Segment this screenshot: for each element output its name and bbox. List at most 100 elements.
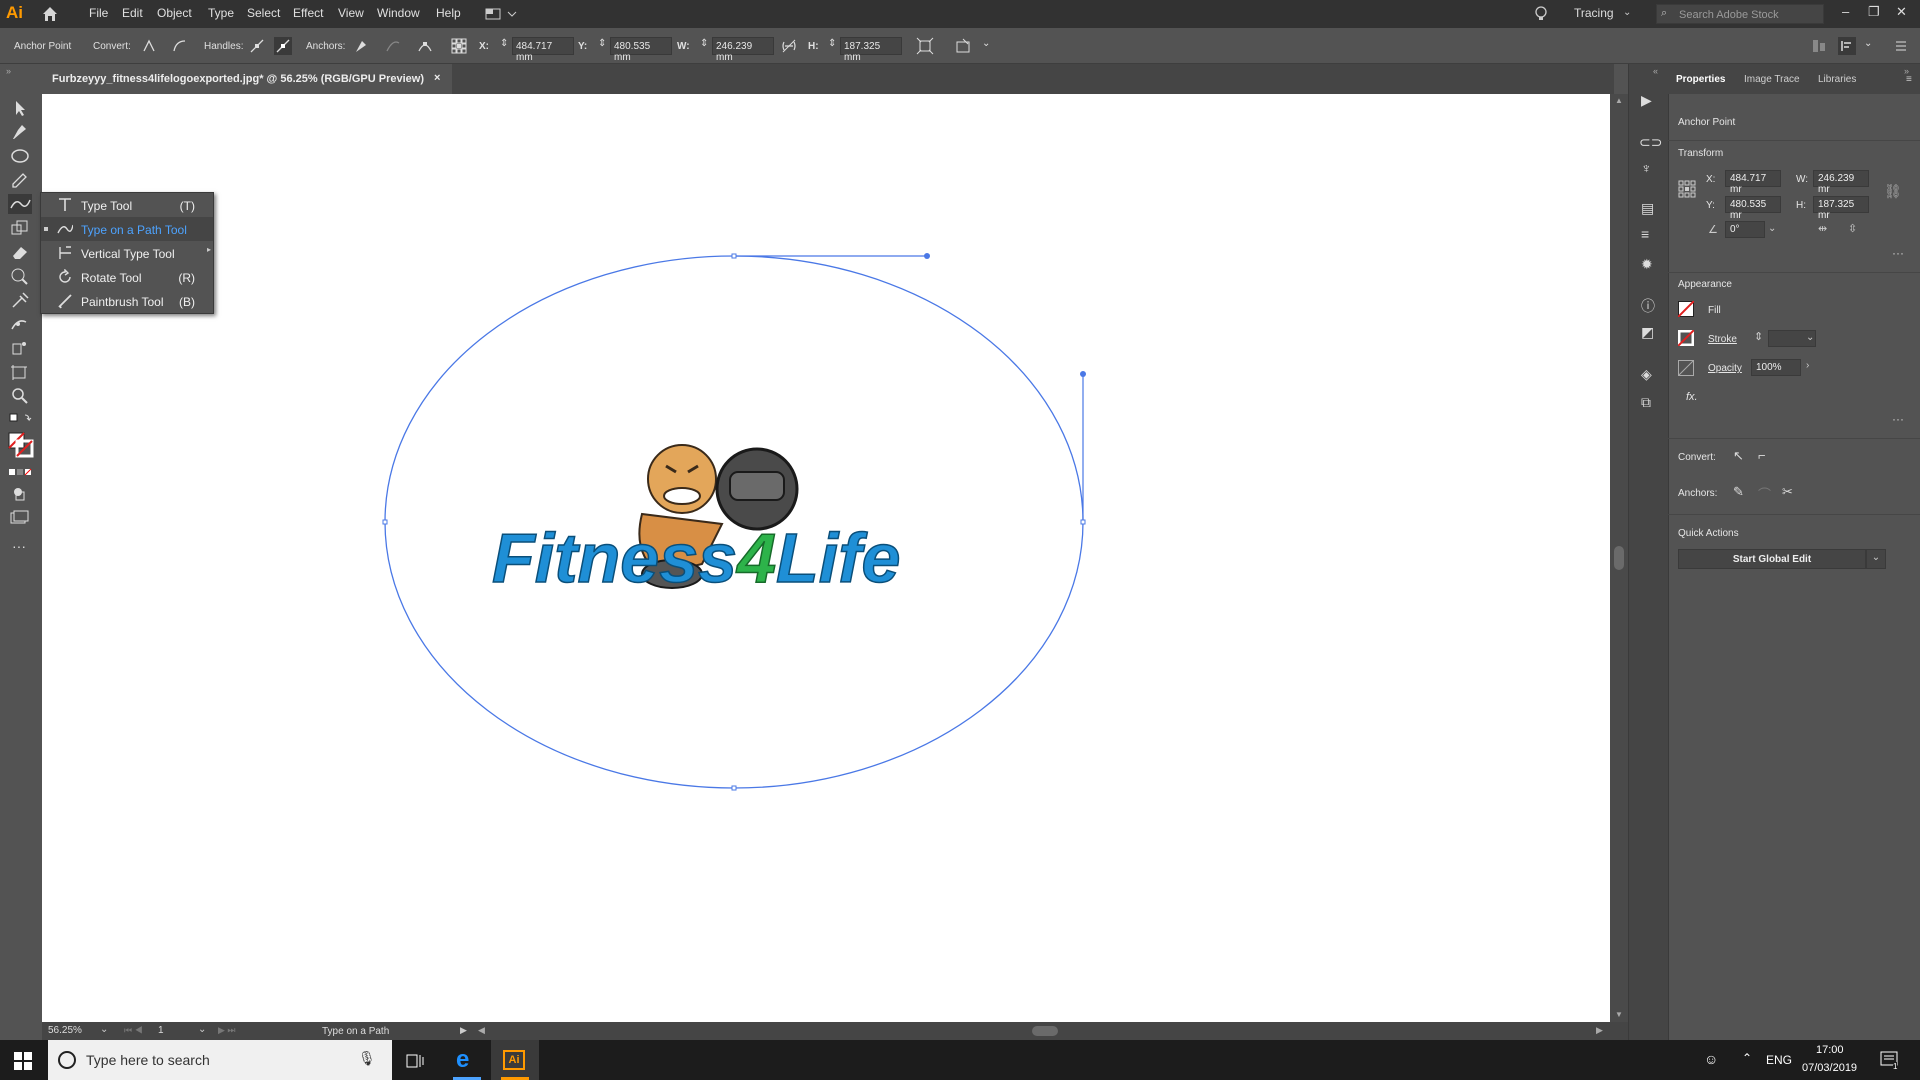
flyout-vertical-type-tool[interactable]: Vertical Type Tool ▸ [41,241,213,265]
appearance-icon[interactable]: ✹ [1641,256,1653,273]
close-icon[interactable]: ✕ [1896,4,1907,20]
stock-search-input[interactable]: ⌕ Search Adobe Stock [1656,4,1824,24]
scroll-left-icon[interactable]: ◀ [478,1025,485,1036]
chevron-down-icon[interactable]: ⌄ [982,38,990,49]
scale-tool-icon[interactable] [8,218,32,238]
layers-icon[interactable]: ◈ [1641,366,1652,383]
connect-anchors-icon[interactable] [384,37,402,55]
artboards-panel-icon[interactable]: ⧉ [1641,394,1651,411]
eyedropper-tool-icon[interactable] [8,290,32,310]
clock-date[interactable]: 07/03/2019 [1802,1062,1857,1074]
last-artboard-icon[interactable]: ▶ ⏭ [218,1025,236,1036]
task-view-icon[interactable] [406,1052,424,1070]
align-icon[interactable] [1810,37,1828,55]
menu-type[interactable]: Type [208,6,234,20]
reference-point-icon[interactable] [450,37,468,55]
info-icon[interactable]: ⓘ [1641,296,1655,316]
chevron-down-icon[interactable]: ⌄ [1806,332,1814,343]
convert-corner-icon[interactable] [140,37,158,55]
panel-menu-icon[interactable]: ≡ [1906,74,1912,85]
chevron-down-icon[interactable]: ⌄ [100,1024,108,1035]
stroke-weight-stepper-icon[interactable]: ⇕ [1754,330,1763,343]
close-tab-icon[interactable]: × [434,72,440,84]
tab-properties[interactable]: Properties [1676,74,1725,85]
menu-list-icon[interactable] [1892,37,1910,55]
pencil-tool-icon[interactable] [8,170,32,190]
isolate-selection-icon[interactable] [954,37,972,55]
chevron-down-icon[interactable]: ⌄ [198,1024,206,1035]
constrain-proportions-icon[interactable] [780,37,798,55]
type-on-path-tool-icon[interactable] [8,194,32,214]
flip-vertical-icon[interactable]: ⇳ [1848,222,1857,235]
menu-file[interactable]: File [89,6,108,20]
document-tab[interactable]: Furbzeyyy_fitness4lifelogoexported.jpg* … [42,64,452,94]
symbol-sprayer-icon[interactable] [8,338,32,358]
artboard-tool-icon[interactable] [8,362,32,382]
default-colors-icon[interactable] [8,412,32,428]
clock-time[interactable]: 17:00 [1816,1044,1844,1056]
chevron-down-icon[interactable]: ⌄ [1866,549,1886,569]
more-options-icon[interactable]: ··· [1892,246,1904,260]
fill-swatch-icon[interactable] [1677,300,1695,318]
chevron-down-icon[interactable]: ⌄ [1768,223,1776,234]
stroke-label[interactable]: Stroke [1708,334,1737,345]
drawing-mode-icon[interactable] [8,484,32,504]
fx-button[interactable]: fx. [1686,391,1698,403]
y-field[interactable]: 480.535 mr [1725,196,1781,221]
edge-browser-icon[interactable]: e [456,1046,469,1074]
taskbar-search-box[interactable]: Type here to search 🎙 [48,1040,392,1080]
h-field[interactable]: 187.325 mr [1813,196,1869,221]
convert-smooth-icon[interactable] [170,37,188,55]
stroke-swatch-icon[interactable] [1677,329,1695,347]
x-field[interactable]: 484.717 mm [512,37,574,63]
selection-tool-icon[interactable] [8,98,32,118]
restore-icon[interactable]: ❐ [1868,4,1880,20]
collapse-strip-icon[interactable]: « [1653,66,1658,76]
transform-icon[interactable] [916,37,934,55]
reference-point-icon[interactable] [1678,180,1696,198]
home-icon[interactable] [40,4,62,24]
language-indicator[interactable]: ENG [1766,1053,1792,1067]
opacity-label[interactable]: Opacity [1708,363,1742,374]
w-stepper-icon[interactable]: ⇕ [700,38,708,49]
zoom-tool-icon[interactable] [8,386,32,406]
x-field[interactable]: 484.717 mr [1725,170,1781,195]
puppet-icon[interactable]: ♆ [1641,160,1652,176]
convert-corner-icon[interactable]: ↖ [1733,448,1744,464]
scroll-up-icon[interactable]: ▲ [1615,96,1623,105]
h-field[interactable]: 187.325 mm [840,37,902,63]
workspace-switcher[interactable]: Tracing [1574,6,1614,20]
menu-effect[interactable]: Effect [293,6,323,20]
flip-horizontal-icon[interactable]: ⇹ [1818,222,1827,235]
constrain-proportions-icon[interactable]: ⛓ [1884,183,1902,200]
remove-anchor-icon[interactable] [352,37,370,55]
horizontal-scroll-thumb[interactable] [1032,1026,1058,1036]
opacity-field[interactable]: 100% [1751,359,1801,376]
angle-field[interactable]: 0° [1725,221,1765,238]
x-stepper-icon[interactable]: ⇕ [500,38,508,49]
menu-help[interactable]: Help [436,6,461,20]
stroke-panel-icon[interactable]: ≡ [1641,226,1649,242]
h-stepper-icon[interactable]: ⇕ [828,38,836,49]
flyout-rotate-tool[interactable]: Rotate Tool (R) [41,265,213,289]
shape-builder-icon[interactable] [8,266,32,286]
menu-edit[interactable]: Edit [122,6,143,20]
w-field[interactable]: 246.239 mm [712,37,774,63]
fill-stroke-swatch-icon[interactable] [8,432,34,458]
start-global-edit-button[interactable]: Start Global Edit [1678,549,1866,569]
tab-libraries[interactable]: Libraries [1818,74,1856,85]
play-action-icon[interactable]: ▶ [1641,92,1652,109]
panel-toggle-icon[interactable] [1838,37,1856,55]
w-field[interactable]: 246.239 mr [1813,170,1869,195]
tab-image-trace[interactable]: Image Trace [1744,74,1800,85]
minimize-icon[interactable]: – [1842,4,1849,19]
flyout-type-on-path-tool[interactable]: Type on a Path Tool [41,217,213,241]
remove-anchor-icon[interactable]: ✎ [1733,484,1744,500]
y-field[interactable]: 480.535 mm [610,37,672,63]
scroll-down-icon[interactable]: ▼ [1615,1010,1623,1019]
links-icon[interactable]: ⊂⊃ [1639,134,1662,151]
people-icon[interactable]: ☺ [1704,1051,1718,1067]
flyout-paintbrush-tool[interactable]: Paintbrush Tool (B) [41,289,213,313]
menu-object[interactable]: Object [157,6,192,20]
artboard-number-field[interactable]: 1 [158,1025,164,1036]
